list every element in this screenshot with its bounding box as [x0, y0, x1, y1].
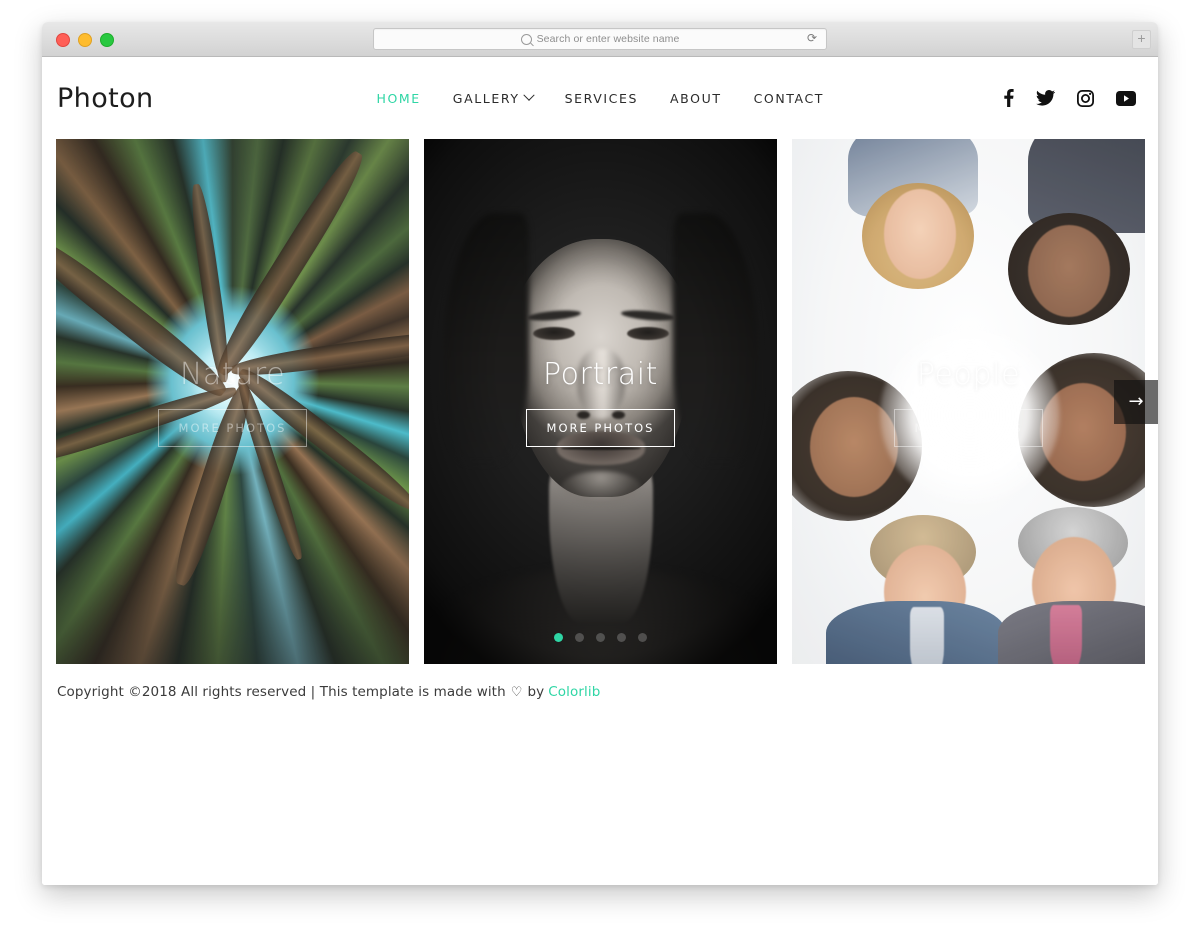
more-photos-button[interactable]: MORE PHOTOS	[525, 408, 676, 447]
copyright-text: Copyright ©2018 All rights reserved | Th…	[57, 684, 506, 700]
slide-caption-nature: Nature MORE PHOTOS	[56, 139, 409, 664]
more-photos-button[interactable]: MORE PHOTOS	[157, 408, 308, 447]
reload-icon[interactable]: ⟳	[807, 32, 818, 44]
nav-item-contact-label: CONTACT	[753, 90, 825, 106]
carousel-dot-2[interactable]	[575, 633, 584, 642]
page-viewport: Photon HOME GALLERY SERVICES ABOUT CONTA…	[42, 57, 1158, 885]
carousel-dot-4[interactable]	[617, 633, 626, 642]
nav-item-services-label: SERVICES	[564, 90, 639, 106]
more-photos-button[interactable]: MORE PHOTOS	[893, 408, 1044, 447]
hero-carousel: Nature MORE PHOTOS Portrait MORE PHOTOS …	[42, 139, 1158, 664]
address-bar-content: Search or enter website name	[520, 33, 680, 45]
nav-item-about[interactable]: ABOUT	[670, 91, 722, 106]
site-footer: Copyright ©2018 All rights reserved | Th…	[42, 664, 1158, 720]
facebook-icon[interactable]	[1003, 89, 1014, 107]
window-controls	[56, 33, 114, 47]
browser-window: Search or enter website name ⟳ + Photon …	[42, 22, 1158, 885]
colorlib-link[interactable]: Colorlib	[548, 684, 600, 700]
close-window-button[interactable]	[56, 33, 70, 47]
social-links	[824, 89, 1144, 107]
new-tab-button[interactable]: +	[1132, 30, 1151, 49]
address-bar[interactable]: Search or enter website name ⟳	[373, 28, 827, 50]
address-bar-placeholder: Search or enter website name	[536, 33, 680, 45]
browser-titlebar: Search or enter website name ⟳ +	[42, 22, 1158, 57]
heart-icon: ♡	[510, 684, 523, 700]
youtube-icon[interactable]	[1116, 90, 1136, 106]
chevron-down-icon	[522, 89, 535, 101]
carousel-dot-1[interactable]	[554, 633, 563, 642]
minimize-window-button[interactable]	[78, 33, 92, 47]
carousel-slide-portrait[interactable]: Portrait MORE PHOTOS	[424, 139, 777, 664]
carousel-next-button[interactable]: →	[1114, 379, 1158, 424]
nav-item-gallery-label: GALLERY	[452, 90, 520, 106]
carousel-dot-3[interactable]	[596, 633, 605, 642]
site-header: Photon HOME GALLERY SERVICES ABOUT CONTA…	[42, 57, 1158, 139]
slide-caption-people: People MORE PHOTOS	[792, 139, 1145, 664]
slide-title: People	[916, 356, 1021, 392]
page-blank-area	[42, 720, 1158, 885]
search-icon	[520, 33, 532, 45]
carousel-slide-nature[interactable]: Nature MORE PHOTOS	[56, 139, 409, 664]
nav-item-gallery[interactable]: GALLERY	[452, 89, 535, 106]
maximize-window-button[interactable]	[100, 33, 114, 47]
instagram-icon[interactable]	[1077, 89, 1094, 107]
slide-title: Portrait	[542, 356, 659, 392]
nav-item-services[interactable]: SERVICES	[565, 91, 638, 106]
main-navigation: HOME GALLERY SERVICES ABOUT CONTACT	[376, 89, 824, 106]
nav-item-home-label: HOME	[376, 90, 421, 106]
carousel-slide-people[interactable]: People MORE PHOTOS	[792, 139, 1145, 664]
nav-item-about-label: ABOUT	[670, 90, 722, 106]
nav-item-contact[interactable]: CONTACT	[754, 91, 824, 106]
nav-item-home[interactable]: HOME	[376, 91, 420, 106]
carousel-pagination	[424, 633, 777, 642]
slide-caption-portrait: Portrait MORE PHOTOS	[424, 139, 777, 664]
site-logo[interactable]: Photon	[57, 83, 376, 114]
footer-by-text: by	[527, 684, 545, 700]
slide-title: Nature	[179, 356, 286, 392]
twitter-icon[interactable]	[1036, 90, 1055, 106]
arrow-right-icon: →	[1128, 390, 1144, 412]
carousel-dot-5[interactable]	[638, 633, 647, 642]
